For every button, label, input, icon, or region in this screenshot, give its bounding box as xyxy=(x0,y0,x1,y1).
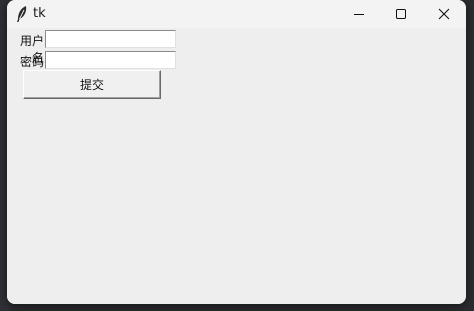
maximize-button[interactable] xyxy=(380,0,422,28)
tk-window: tk 用户名 密码 提交 xyxy=(7,0,466,304)
window-content: 用户名 密码 提交 xyxy=(7,28,466,304)
minimize-button[interactable] xyxy=(338,0,380,28)
maximize-icon xyxy=(395,5,407,24)
username-input[interactable] xyxy=(45,30,176,48)
submit-button[interactable]: 提交 xyxy=(23,70,161,99)
close-button[interactable] xyxy=(423,0,465,28)
feather-icon xyxy=(15,5,29,23)
password-input[interactable] xyxy=(45,51,176,69)
minimize-icon xyxy=(353,5,365,24)
submit-button-label: 提交 xyxy=(79,78,104,92)
title-bar[interactable]: tk xyxy=(7,0,466,28)
window-title: tk xyxy=(33,6,46,21)
password-label: 密码 xyxy=(19,55,44,69)
close-icon xyxy=(438,5,450,24)
